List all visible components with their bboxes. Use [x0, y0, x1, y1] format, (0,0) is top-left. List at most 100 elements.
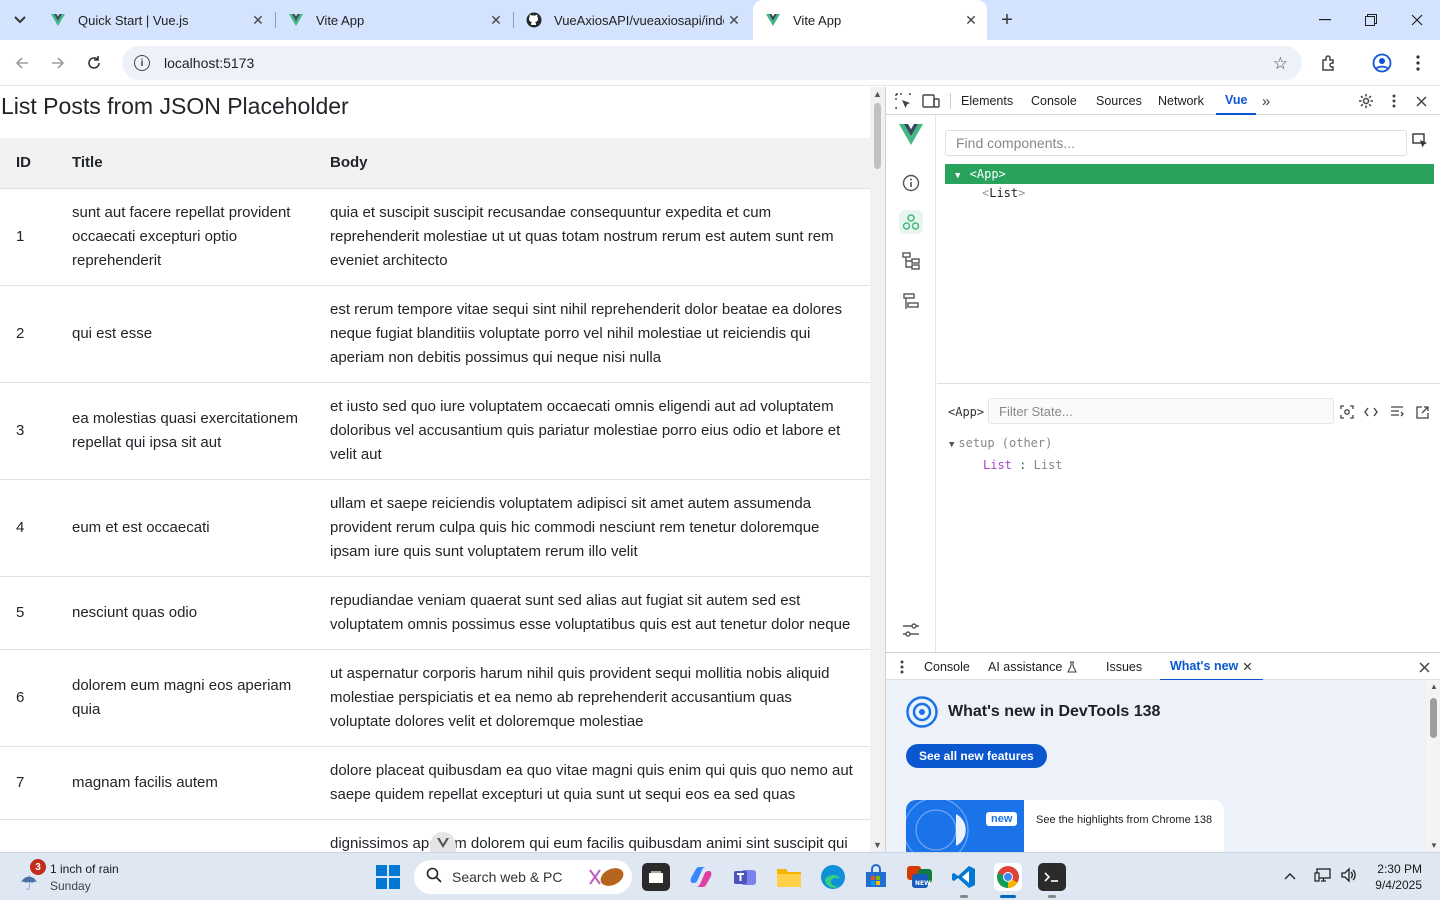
- browser-tab[interactable]: VueAxiosAPI/vueaxiosapi/index. ✕: [514, 6, 750, 34]
- weather-summary: 1 inch of rain: [50, 862, 119, 876]
- vue-devtools-toggle-button[interactable]: [430, 832, 456, 854]
- bookmark-star-icon[interactable]: ☆: [1273, 54, 1288, 74]
- cell-id: 4: [0, 478, 56, 576]
- drawer-tab-issues[interactable]: Issues: [1106, 653, 1142, 681]
- devtools-menu-kebab-icon[interactable]: [1384, 91, 1404, 111]
- close-devtools-icon[interactable]: [1411, 91, 1431, 111]
- extensions-button[interactable]: [1317, 51, 1341, 75]
- see-all-features-button[interactable]: See all new features: [906, 744, 1047, 768]
- release-highlight-card[interactable]: new See the highlights from Chrome 138: [906, 800, 1224, 852]
- microsoft-store-app-icon[interactable]: [862, 863, 890, 891]
- file-explorer-app-icon[interactable]: [775, 863, 803, 891]
- pane-divider[interactable]: [937, 383, 1440, 384]
- profile-button[interactable]: [1370, 51, 1394, 75]
- components-tree-icon[interactable]: [899, 210, 923, 234]
- drawer-tab-console[interactable]: Console: [924, 653, 970, 681]
- inspect-element-icon[interactable]: [893, 91, 913, 111]
- page-scroll-thumb[interactable]: [874, 103, 881, 169]
- chrome-app-icon[interactable]: [994, 863, 1022, 898]
- close-tab-icon[interactable]: ✕: [486, 10, 506, 30]
- tree-node-app-selected[interactable]: ▼ <App>: [945, 164, 1434, 184]
- task-view-app-icon[interactable]: [642, 863, 670, 891]
- browser-tab[interactable]: Vite App ✕: [276, 6, 512, 34]
- restore-button[interactable]: [1348, 0, 1394, 40]
- tab-elements[interactable]: Elements: [961, 87, 1013, 115]
- devtools-settings-gear-icon[interactable]: [1356, 91, 1376, 111]
- browser-tab[interactable]: Quick Start | Vue.js ✕: [38, 6, 274, 34]
- back-button[interactable]: [10, 51, 34, 75]
- scroll-down-icon[interactable]: ▼: [873, 840, 882, 850]
- devtools-panel: Elements Console Sources Network Vue » F…: [885, 87, 1440, 852]
- collapse-triangle-icon[interactable]: ▼: [949, 440, 954, 450]
- weather-widget[interactable]: ☂ 3 1 inch of rain Sunday: [16, 859, 176, 895]
- device-toolbar-icon[interactable]: [921, 91, 941, 111]
- show-hidden-icons-chevron-icon[interactable]: [1284, 867, 1296, 883]
- taskbar-search-box[interactable]: Search web & PC: [414, 860, 632, 894]
- vue-logo-icon: [899, 123, 923, 147]
- address-bar[interactable]: i localhost:5173 ☆: [122, 46, 1302, 80]
- browser-toolbar: i localhost:5173 ☆: [0, 40, 1440, 86]
- forward-button[interactable]: [46, 51, 70, 75]
- devtools-logo-icon: [906, 696, 938, 728]
- close-window-button[interactable]: [1394, 0, 1440, 40]
- timeline-icon[interactable]: [899, 289, 923, 313]
- restore-icon: [1365, 14, 1377, 26]
- volume-icon[interactable]: [1340, 867, 1358, 886]
- drawer-scroll-thumb[interactable]: [1430, 698, 1437, 738]
- teams-app-icon[interactable]: [731, 863, 759, 891]
- tab-console[interactable]: Console: [1031, 87, 1077, 115]
- find-components-input[interactable]: Find components...: [945, 130, 1407, 156]
- open-in-editor-icon[interactable]: [1413, 403, 1431, 421]
- new-tab-button[interactable]: +: [996, 9, 1018, 31]
- ms365-app-icon[interactable]: NEW: [906, 863, 934, 891]
- show-render-code-icon[interactable]: [1362, 403, 1380, 421]
- vscode-app-icon[interactable]: [950, 863, 978, 898]
- notification-badge: 3: [30, 859, 46, 875]
- tree-node-list[interactable]: <List>: [982, 186, 1025, 200]
- scroll-up-icon[interactable]: ▲: [1430, 682, 1438, 691]
- state-value: List: [1033, 458, 1063, 472]
- close-drawer-tab-icon[interactable]: ✕: [1242, 659, 1252, 674]
- tag-close-bracket: >: [1018, 186, 1026, 200]
- filter-state-input[interactable]: Filter State...: [988, 398, 1334, 424]
- copilot-app-icon[interactable]: [687, 863, 715, 891]
- edge-browser-app-icon[interactable]: [819, 863, 847, 891]
- drawer-tab-ai-assistance[interactable]: AI assistance: [988, 653, 1078, 681]
- close-tab-icon[interactable]: ✕: [248, 10, 268, 30]
- scroll-up-icon[interactable]: ▲: [873, 89, 882, 99]
- more-tabs-chevron-icon[interactable]: »: [1256, 91, 1276, 111]
- whats-new-panel: What's new in DevTools 138 See all new f…: [886, 680, 1426, 852]
- state-entry[interactable]: List : List: [983, 458, 1063, 472]
- terminal-app-icon[interactable]: [1038, 863, 1066, 898]
- pinia-tree-icon[interactable]: [899, 249, 923, 273]
- cell-body: dignissimos aperiam dolorem qui eum faci…: [314, 818, 870, 852]
- close-tab-icon[interactable]: ✕: [724, 10, 744, 30]
- scroll-to-component-icon[interactable]: [1338, 403, 1356, 421]
- tab-network[interactable]: Network: [1158, 87, 1204, 115]
- inspect-dom-icon[interactable]: [1388, 403, 1406, 421]
- drawer-tab-whats-new[interactable]: What's new ✕: [1160, 653, 1263, 681]
- close-tab-icon[interactable]: ✕: [961, 10, 981, 30]
- drawer-menu-kebab-icon[interactable]: [892, 657, 912, 677]
- scroll-down-icon[interactable]: ▼: [1430, 841, 1438, 850]
- browser-tab-active[interactable]: Vite App ✕: [753, 0, 987, 40]
- tab-vue[interactable]: Vue: [1216, 87, 1257, 115]
- drawer-scrollbar[interactable]: ▲ ▼: [1426, 680, 1440, 852]
- network-icon[interactable]: [1314, 867, 1332, 886]
- reload-button[interactable]: [82, 51, 106, 75]
- site-info-icon[interactable]: i: [134, 55, 150, 71]
- start-button-windows-icon[interactable]: [376, 865, 400, 889]
- system-clock[interactable]: 2:30 PM 9/4/2025: [1375, 861, 1422, 893]
- info-icon[interactable]: [899, 171, 923, 195]
- minimize-button[interactable]: [1302, 0, 1348, 40]
- tab-title: Vite App: [793, 12, 842, 28]
- page-scrollbar[interactable]: ▲ ▼: [870, 87, 885, 852]
- close-drawer-icon[interactable]: [1414, 657, 1434, 677]
- vue-settings-sliders-icon[interactable]: [899, 618, 923, 642]
- tab-search-button[interactable]: [8, 8, 32, 32]
- tab-sources[interactable]: Sources: [1096, 87, 1142, 115]
- collapse-triangle-icon[interactable]: ▼: [955, 171, 960, 181]
- setup-section-header[interactable]: ▼ setup (other): [949, 436, 1052, 450]
- browser-menu-button[interactable]: [1406, 51, 1430, 75]
- select-component-in-page-icon[interactable]: [1412, 133, 1428, 152]
